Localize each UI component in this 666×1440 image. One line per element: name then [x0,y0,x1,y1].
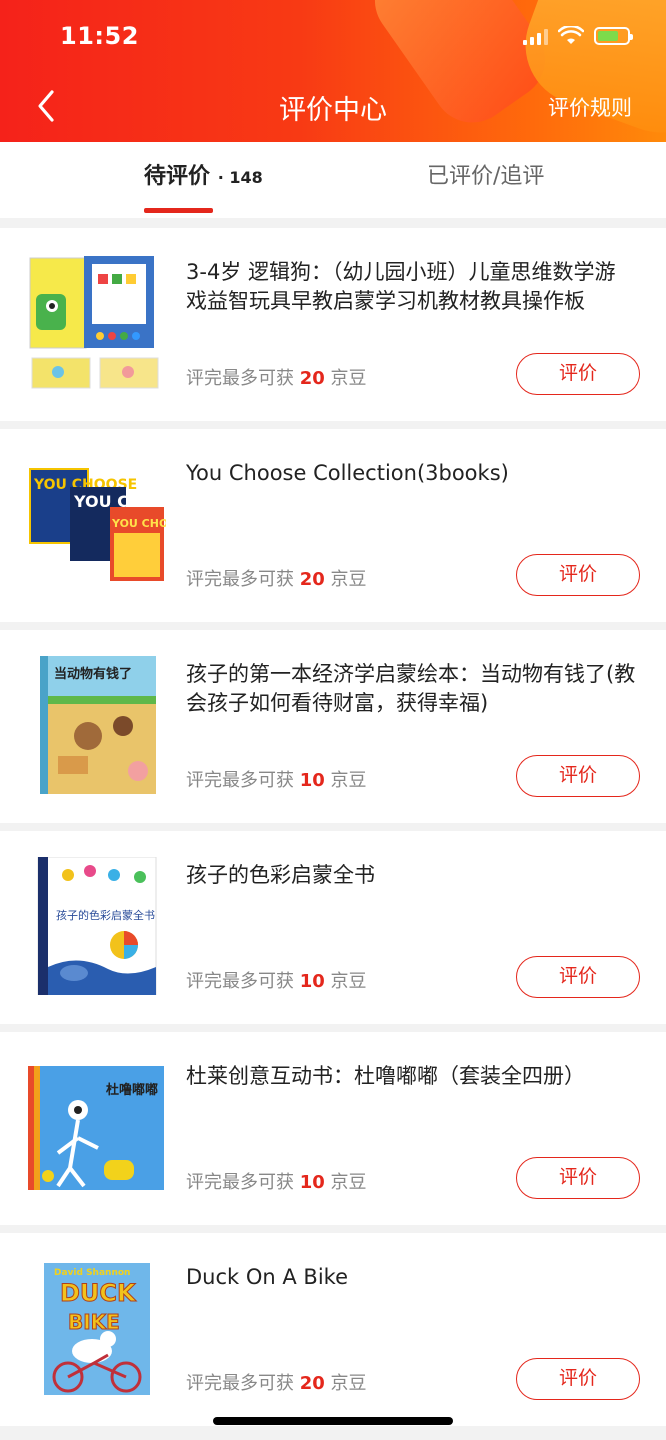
tab-label: 已评价/追评 [427,164,545,189]
bean-count: 10 [299,1172,325,1193]
cover-title: 当动物有钱了 [54,666,132,682]
signal-icon [523,27,548,45]
product-thumbnail[interactable] [28,254,166,392]
pending-review-list: 3-4岁 逻辑狗：（幼儿园小班）儿童思维数学游戏益智玩具早教启蒙学习机教材教具操… [0,228,666,1434]
review-button[interactable]: 评价 [516,353,640,395]
bean-count: 20 [299,569,325,590]
cover-title: DUCK [60,1279,137,1307]
reward-text: 评完最多可获 10 京豆 [186,770,367,791]
product-thumbnail[interactable]: David Shannon DUCK BIKE [28,1259,166,1397]
battery-icon [594,27,633,45]
review-button[interactable]: 评价 [516,554,640,596]
product-thumbnail[interactable]: 杜噜嘟嘟 [28,1058,166,1196]
product-name[interactable]: 孩子的第一本经济学启蒙绘本：当动物有钱了(教会孩子如何看待财富，获得幸福) [186,660,636,718]
product-name[interactable]: 3-4岁 逻辑狗：（幼儿园小班）儿童思维数学游戏益智玩具早教启蒙学习机教材教具操… [186,258,636,316]
list-item: 3-4岁 逻辑狗：（幼儿园小班）儿童思维数学游戏益智玩具早教启蒙学习机教材教具操… [0,228,666,421]
review-button[interactable]: 评价 [516,956,640,998]
tab-pending-review[interactable]: 待评价 · 148 [144,158,263,190]
wifi-icon [558,26,584,44]
cover-title: YOU CHOOSE [111,517,166,530]
reward-text: 评完最多可获 10 京豆 [186,971,367,992]
list-item: 当动物有钱了 孩子的第一本经济学启蒙绘本：当动物有钱了(教会孩子如何看待财富，获… [0,630,666,823]
cover-title: 杜噜嘟嘟 [106,1082,158,1098]
product-name[interactable]: You Choose Collection(3books) [186,459,636,488]
status-icons [523,26,633,46]
home-indicator[interactable] [213,1417,453,1425]
tab-bar: 待评价 · 148 已评价/追评 [0,142,666,218]
reward-text: 评完最多可获 20 京豆 [186,368,367,389]
reward-text: 评完最多可获 20 京豆 [186,1373,367,1394]
cover-author: David Shannon [54,1268,130,1278]
cover-title: BIKE [68,1310,120,1334]
product-name[interactable]: 孩子的色彩启蒙全书 [186,861,636,890]
active-tab-indicator [144,208,213,213]
review-rules-link[interactable]: 评价规则 [548,92,632,122]
review-button[interactable]: 评价 [516,755,640,797]
reward-text: 评完最多可获 10 京豆 [186,1172,367,1193]
bean-count: 10 [299,971,325,992]
cover-title: 孩子的色彩启蒙全书 [56,908,155,922]
product-thumbnail[interactable]: 当动物有钱了 [28,656,166,794]
list-item: 孩子的色彩启蒙全书 孩子的色彩启蒙全书 评完最多可获 10 京豆 评价 [0,831,666,1024]
status-time: 11:52 [60,22,139,50]
list-item: David Shannon DUCK BIKE Duck On A Bike 评… [0,1233,666,1426]
bean-count: 10 [299,770,325,791]
product-thumbnail[interactable]: 孩子的色彩启蒙全书 [28,857,166,995]
tab-label: 待评价 [144,164,211,189]
review-button[interactable]: 评价 [516,1358,640,1400]
product-thumbnail[interactable]: YOU CHOOSE YOU CHOO YOU CHOOSE [28,455,166,593]
bean-count: 20 [299,368,325,389]
header: 11:52 评价中心 评价规则 [0,0,666,142]
pending-count: · 148 [217,168,263,187]
reward-text: 评完最多可获 20 京豆 [186,569,367,590]
list-item: YOU CHOOSE YOU CHOO YOU CHOOSE You Choos… [0,429,666,622]
review-button[interactable]: 评价 [516,1157,640,1199]
bean-count: 20 [299,1373,325,1394]
list-item: 杜噜嘟嘟 杜莱创意互动书：杜噜嘟嘟（套装全四册） 评完最多可获 10 京豆 评价 [0,1032,666,1225]
tab-reviewed[interactable]: 已评价/追评 [427,158,544,190]
product-name[interactable]: 杜莱创意互动书：杜噜嘟嘟（套装全四册） [186,1062,636,1091]
product-name[interactable]: Duck On A Bike [186,1263,636,1292]
